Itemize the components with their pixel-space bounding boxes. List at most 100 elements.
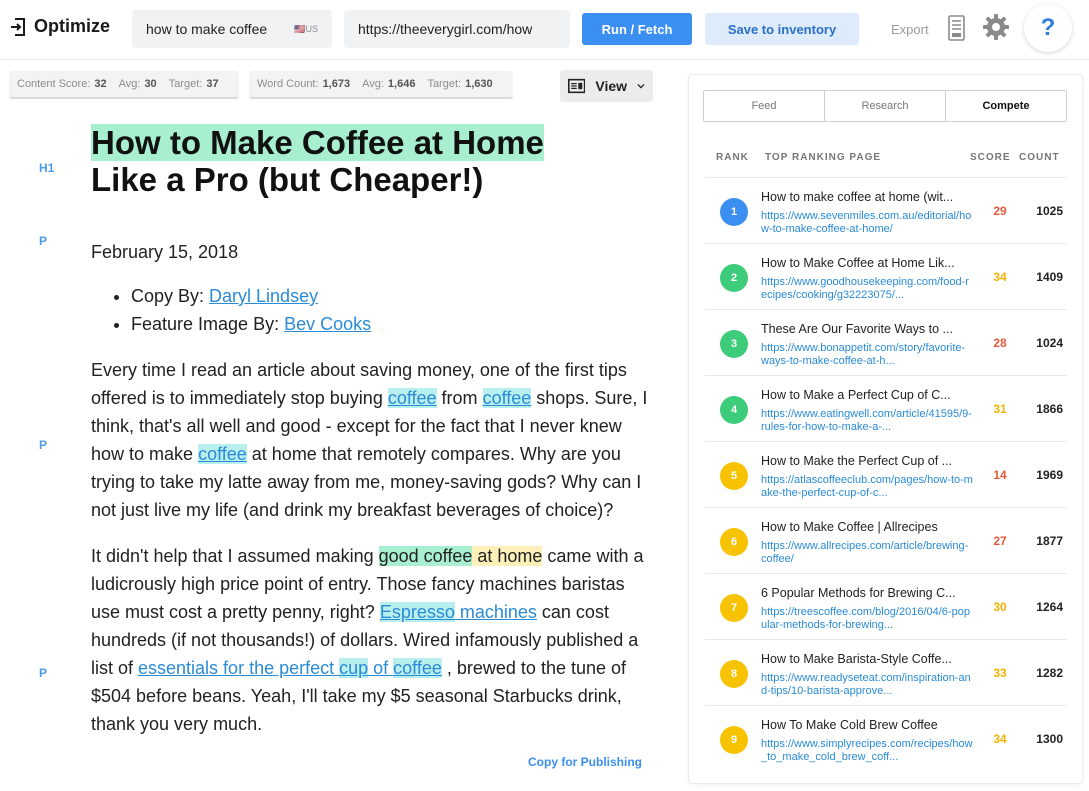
question-icon: ? (1040, 14, 1056, 41)
result-url[interactable]: https://www.sevenmiles.com.au/editorial/… (761, 210, 973, 236)
save-to-inventory-button[interactable]: Save to inventory (705, 13, 859, 45)
brand: Optimize (10, 16, 110, 37)
result-title[interactable]: How to Make Barista-Style Coffe... (761, 652, 975, 666)
result-url[interactable]: https://atlascoffeeclub.com/pages/how-to… (761, 474, 973, 500)
result-title[interactable]: 6 Popular Methods for Brewing C... (761, 586, 975, 600)
app-title: Optimize (34, 16, 111, 36)
content-score-target: 37 (206, 78, 219, 90)
word-count-avg: 1,646 (387, 78, 416, 90)
tab-research[interactable]: Research (825, 91, 946, 121)
paragraph[interactable]: It didn't help that I assumed making goo… (91, 542, 651, 738)
result-title[interactable]: How To Make Cold Brew Coffee (761, 718, 975, 732)
result-count: 1969 (1036, 468, 1063, 482)
table-row[interactable]: 4 How to Make a Perfect Cup of C... https:… (705, 375, 1067, 441)
view-label: View (595, 78, 628, 94)
content-score-avg: 30 (144, 78, 157, 90)
result-title[interactable]: How to Make the Perfect Cup of ... (761, 454, 975, 468)
p-tag: P (39, 438, 48, 452)
locale-label: US (305, 23, 318, 34)
view-dropdown[interactable]: View (560, 70, 653, 102)
result-score: 14 (993, 468, 1007, 482)
table-row[interactable]: 8 How to Make Barista-Style Coffe... https… (705, 639, 1067, 705)
keyword-highlight[interactable]: coffee (198, 444, 247, 464)
result-url[interactable]: https://www.eatingwell.com/article/41595… (761, 408, 973, 434)
article-date[interactable]: February 15, 2018 (91, 238, 651, 266)
rank-badge: 1 (720, 198, 748, 226)
compete-panel: Feed Research Compete RANK TOP RANKING P… (689, 75, 1082, 783)
table-row[interactable]: 7 6 Popular Methods for Brewing C... https… (705, 573, 1067, 639)
table-row[interactable]: 5 How to Make the Perfect Cup of ... https… (705, 441, 1067, 507)
table-row[interactable]: 3 These Are Our Favorite Ways to ... https… (705, 309, 1067, 375)
sign-in-icon (11, 17, 25, 36)
rank-header: RANK (716, 152, 749, 163)
content-score-chip: Content Score: 32 Avg: 30 Target: 37 (9, 71, 239, 99)
rank-badge: 6 (720, 528, 748, 556)
run-fetch-button[interactable]: Run / Fetch (582, 13, 692, 45)
result-url[interactable]: https://www.allrecipes.com/article/brewi… (761, 540, 973, 566)
word-count-value: 1,673 (322, 78, 351, 90)
tab-feed[interactable]: Feed (704, 91, 825, 121)
result-url[interactable]: https://www.readyseteat.com/inspiration-… (761, 672, 973, 698)
help-button[interactable]: ? (1024, 4, 1072, 52)
table-row[interactable]: 1 How to make coffee at home (wit... https… (705, 177, 1067, 243)
keyword-input[interactable] (146, 21, 291, 37)
url-field[interactable] (344, 10, 570, 48)
result-title[interactable]: How to Make Coffee | Allrecipes (761, 520, 975, 534)
heading-rest: Like a Pro (but Cheaper!) (91, 161, 484, 198)
chevron-down-icon (637, 83, 645, 89)
result-score: 29 (993, 204, 1007, 218)
result-count: 1866 (1036, 402, 1063, 416)
keyword-highlight[interactable]: coffee (482, 388, 532, 408)
article-heading[interactable]: How to Make Coffee at Home Like a Pro (b… (91, 124, 651, 198)
results-list: 1 How to make coffee at home (wit... https… (705, 177, 1067, 771)
gear-icon[interactable] (982, 13, 1010, 41)
heading-highlight: How to Make Coffee at Home (91, 124, 544, 161)
result-title[interactable]: How to Make Coffee at Home Lik... (761, 256, 975, 270)
result-count: 1877 (1036, 534, 1063, 548)
paragraph[interactable]: Every time I read an article about savin… (91, 356, 651, 524)
keyword-field[interactable]: 🇺🇸US (132, 10, 332, 48)
article-link[interactable]: of (368, 658, 393, 678)
result-score: 28 (993, 336, 1007, 350)
word-count-target: 1,630 (465, 78, 493, 90)
word-count-chip: Word Count: 1,673 Avg: 1,646 Target: 1,6… (249, 71, 513, 99)
table-row[interactable]: 6 How to Make Coffee | Allrecipes https://… (705, 507, 1067, 573)
keyword-highlight[interactable]: cup (339, 658, 369, 678)
result-count: 1282 (1036, 666, 1063, 680)
url-input[interactable] (358, 21, 556, 37)
rank-badge: 2 (720, 264, 748, 292)
table-row[interactable]: 9 How To Make Cold Brew Coffee https://www… (705, 705, 1067, 771)
author-link[interactable]: Daryl Lindsey (209, 286, 318, 306)
result-url[interactable]: https://www.simplyrecipes.com/recipes/ho… (761, 738, 973, 764)
result-title[interactable]: How to make coffee at home (wit... (761, 190, 975, 204)
tab-compete[interactable]: Compete (946, 91, 1066, 121)
rank-badge: 5 (720, 462, 748, 490)
count-header: COUNT (1019, 152, 1060, 163)
article-link[interactable]: essentials for the perfect (138, 658, 339, 678)
keyword-highlight[interactable]: coffee (387, 388, 437, 408)
result-title[interactable]: How to Make a Perfect Cup of C... (761, 388, 975, 402)
result-score: 33 (993, 666, 1007, 680)
panel-tabs: Feed Research Compete (703, 90, 1067, 122)
content-editor[interactable]: How to Make Coffee at Home Like a Pro (b… (91, 124, 651, 738)
result-title[interactable]: These Are Our Favorite Ways to ... (761, 322, 975, 336)
list-item: Copy By: Daryl Lindsey (131, 282, 651, 310)
score-header: SCORE (970, 152, 1011, 163)
result-url[interactable]: https://treescoffee.com/blog/2016/04/6-p… (761, 606, 973, 632)
table-row[interactable]: 2 How to Make Coffee at Home Lik... https:… (705, 243, 1067, 309)
keyword-highlight[interactable]: Espresso (379, 602, 455, 622)
export-button[interactable]: Export (891, 22, 929, 37)
image-credit-link[interactable]: Bev Cooks (284, 314, 371, 334)
article-link[interactable]: machines (455, 602, 537, 622)
content-score-value: 32 (94, 78, 107, 90)
p-tag: P (39, 666, 48, 680)
layout-icon (568, 78, 586, 94)
result-url[interactable]: https://www.goodhousekeeping.com/food-re… (761, 276, 973, 302)
result-score: 27 (993, 534, 1007, 548)
copy-for-publishing-button[interactable]: Copy for Publishing (528, 755, 642, 769)
result-url[interactable]: https://www.bonappetit.com/story/favorit… (761, 342, 973, 368)
document-icon[interactable] (948, 15, 965, 41)
us-flag-icon: 🇺🇸US (294, 23, 318, 34)
result-score: 31 (993, 402, 1007, 416)
keyword-highlight[interactable]: coffee (393, 658, 442, 678)
